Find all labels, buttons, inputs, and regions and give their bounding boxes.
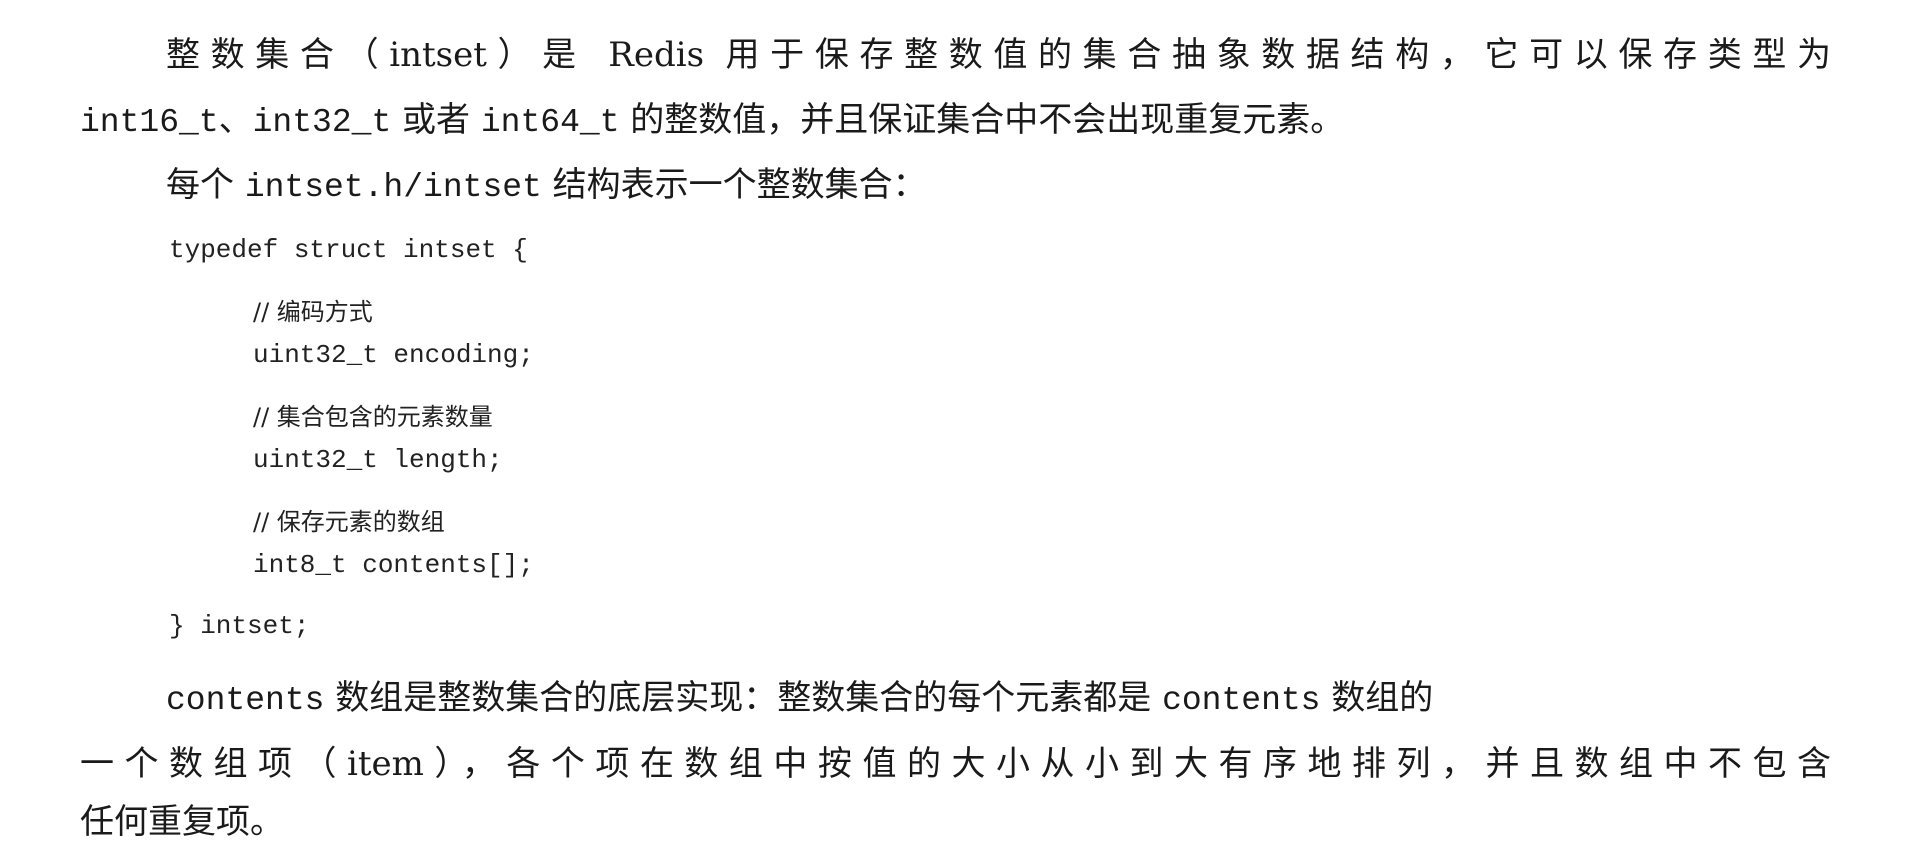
- text: 结构表示一个整数集合：: [541, 165, 927, 205]
- code-field-contents: int8_t contents[];: [253, 550, 534, 580]
- code-line-open: typedef struct intset {: [169, 235, 528, 265]
- code-contents: contents: [166, 682, 325, 719]
- code-int32: int32_t: [252, 104, 392, 141]
- paragraph-struct-intro: 每个 intset.h/intset 结构表示一个整数集合：: [166, 163, 927, 210]
- text: 或者: [391, 100, 481, 140]
- code-comment-encoding: // 编码方式: [253, 298, 373, 326]
- code-intset-h: intset.h/intset: [244, 169, 542, 206]
- code-int16: int16_t: [80, 104, 219, 141]
- code-field-length: uint32_t length;: [253, 445, 503, 475]
- text: 数组是整数集合的底层实现：整数集合的每个元素都是: [324, 678, 1163, 718]
- code-field-encoding: uint32_t encoding;: [253, 340, 534, 370]
- text: 、: [218, 100, 253, 140]
- paragraph-intset-intro-line1: 整数集合（intset）是 Redis 用于保存整数值的集合抽象数据结构，它可以…: [166, 35, 1831, 75]
- code-comment-contents: // 保存元素的数组: [253, 508, 445, 536]
- text: 每个: [166, 165, 245, 205]
- code-contents: contents: [1162, 682, 1321, 719]
- paragraph-contents-line2: 一个数组项（item），各个项在数组中按值的大小从小到大有序地排列，并且数组中不…: [80, 744, 1831, 784]
- paragraph-contents-line3: 任何重复项。: [80, 802, 284, 842]
- code-int64: int64_t: [480, 104, 620, 141]
- code-comment-length: // 集合包含的元素数量: [253, 403, 493, 431]
- paragraph-intset-intro-line2: int16_t、int32_t 或者 int64_t 的整数值，并且保证集合中不…: [80, 98, 1344, 145]
- text: 数组的: [1320, 678, 1434, 718]
- code-line-close: } intset;: [169, 611, 310, 641]
- paragraph-contents-line1: contents 数组是整数集合的底层实现：整数集合的每个元素都是 conten…: [166, 676, 1433, 723]
- text: 的整数值，并且保证集合中不会出现重复元素。: [619, 100, 1345, 140]
